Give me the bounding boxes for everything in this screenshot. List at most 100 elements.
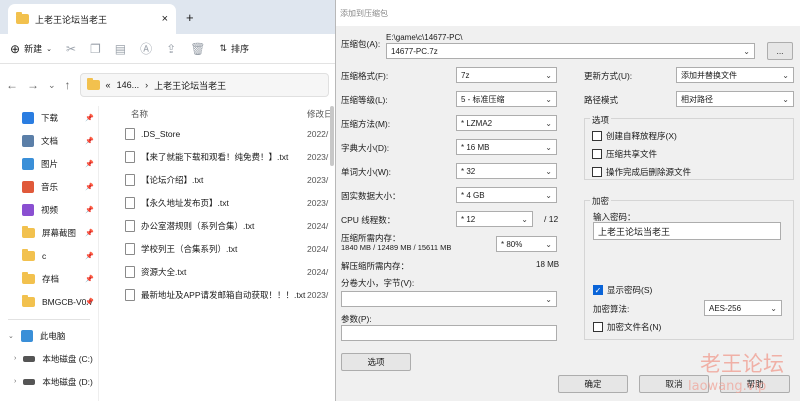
params-input[interactable] [341,325,557,341]
threads-select[interactable]: * 12 ⌄ [456,211,533,227]
scrollbar[interactable] [330,106,334,166]
sidebar-item-drive-c[interactable]: › 本地磁盘 (C:) [0,347,98,370]
file-row[interactable]: 【来了就能下载和观看！纯免费！】.txt 2023/ [99,145,335,168]
sidebar-item[interactable]: 下载 📌 [0,106,98,129]
memory-usage-select[interactable]: * 80% ⌄ [496,236,557,252]
word-label: 单词大小(W): [341,167,392,177]
column-header-date[interactable]: 修改日 [307,108,333,120]
cut-icon[interactable]: ✂ [66,42,76,56]
file-row[interactable]: 【论坛介绍】.txt 2023/ [99,168,335,191]
file-date: 2024/ [307,243,329,254]
file-row[interactable]: 资源大全.txt 2024/ [99,260,335,283]
file-name: 【论坛介绍】.txt [141,174,204,185]
rename-icon[interactable]: Ⓐ [140,40,152,57]
forward-icon[interactable]: → [27,78,39,92]
browse-button[interactable]: ... [767,42,793,60]
back-icon[interactable]: ← [6,78,18,92]
dict-select[interactable]: * 16 MB ⌄ [456,139,557,155]
split-size-combo[interactable]: ⌄ [341,291,557,307]
chevron-down-icon[interactable]: ⌄ [48,80,56,91]
file-date: 2024/ [307,266,329,277]
dialog-title: 添加到压缩包 [336,0,800,26]
sidebar-item[interactable]: 文档 📌 [0,129,98,152]
sidebar-item-label: 文档 [41,135,59,146]
file-row[interactable]: 最新地址及APP请发邮箱自动获取！！！.txt 2023/ [99,283,335,306]
sidebar-item[interactable]: 存档 📌 [0,267,98,290]
sidebar-item[interactable]: c 📌 [0,244,98,267]
format-label: 压缩格式(F): [341,71,389,81]
new-tab-icon[interactable]: + [186,10,194,25]
pin-icon[interactable]: 📌 [85,206,94,214]
file-row[interactable]: .DS_Store 2022/ [99,122,335,145]
pin-icon[interactable]: 📌 [85,229,94,237]
chevron-right-icon: › [14,378,17,385]
chevron-down-icon: ⌄ [545,294,552,304]
decompress-memory-value: 18 MB [536,260,560,269]
pin-icon[interactable]: 📌 [85,137,94,145]
sidebar-item-this-pc[interactable]: ⌄ 此电脑 [0,324,98,347]
new-button[interactable]: ⊕ 新建 ⌄ [10,42,52,56]
solid-select[interactable]: * 4 GB ⌄ [456,187,557,203]
breadcrumb-separator: › [145,80,149,90]
sidebar-item[interactable]: BMGCB-V0.7 📌 [0,290,98,313]
method-select[interactable]: * LZMA2 ⌄ [456,115,557,131]
address-bar[interactable]: « 146... › 上老王论坛当老王 [79,73,329,97]
breadcrumb-overflow[interactable]: « [106,80,111,90]
sidebar-item[interactable]: 图片 📌 [0,152,98,175]
share-icon[interactable]: ⇪ [166,42,176,56]
breadcrumb-root[interactable]: 146... [117,80,140,90]
sidebar-item[interactable]: 屏幕截图 📌 [0,221,98,244]
show-password-checkbox[interactable]: ✓ 显示密码(S) [593,284,652,296]
pin-icon[interactable]: 📌 [85,275,94,283]
copy-icon[interactable]: ❐ [90,42,101,56]
checkbox-label: 压缩共享文件 [606,149,658,159]
chevron-down-icon: ⌄ [545,142,552,152]
up-icon[interactable]: ↑ [65,78,71,92]
pin-icon[interactable]: 📌 [85,114,94,122]
pin-icon[interactable]: 📌 [85,252,94,260]
archive-path-combo[interactable]: 14677-PC.7z ⌄ [386,43,755,59]
file-row[interactable]: 学校列王（合集系列）.txt 2024/ [99,237,335,260]
pin-icon[interactable]: 📌 [85,183,94,191]
encrypt-filenames-checkbox[interactable]: 加密文件名(N) [593,321,661,333]
file-list: 名称 修改日 .DS_Store 2022/ 【来了就能下载和观看！纯免费！】.tx… [98,106,335,401]
format-value: 7z [461,70,470,80]
column-header-name[interactable]: 名称 [131,108,148,120]
level-select[interactable]: 5 - 标准压缩 ⌄ [456,91,557,107]
create-sfx-checkbox[interactable]: 创建自释放程序(X) [592,130,677,142]
sort-button[interactable]: ⇅ 排序 [219,42,249,55]
threads-label: CPU 线程数： [341,215,396,225]
memory-usage-value: * 80% [501,239,523,249]
update-mode-select[interactable]: 添加并替换文件 ⌄ [676,67,794,83]
folder-icon [22,225,35,238]
word-select[interactable]: * 32 ⌄ [456,163,557,179]
compress-shared-checkbox[interactable]: 压缩共享文件 [592,148,657,160]
dict-value: * 16 MB [461,142,490,152]
sidebar-item-label: 本地磁盘 (C:) [42,353,93,364]
tab-close-icon[interactable]: × [162,13,168,25]
tab-current-folder[interactable]: 上老王论坛当老王 × [8,4,176,34]
delete-after-checkbox[interactable]: 操作完成后删除源文件 [592,166,691,178]
options-button[interactable]: 选项 [341,353,411,371]
pin-icon[interactable]: 📌 [85,298,94,306]
paste-icon[interactable]: ▤ [115,42,126,56]
file-row[interactable]: 办公室潜规则（系列合集）.txt 2024/ [99,214,335,237]
file-row[interactable]: 【永久地址发布页】.txt 2023/ [99,191,335,214]
sidebar-item-drive-d[interactable]: › 本地磁盘 (D:) [0,370,98,393]
sidebar-item[interactable]: 音乐 📌 [0,175,98,198]
path-mode-label: 路径模式 [584,95,619,105]
encryption-method-select[interactable]: AES-256 ⌄ [704,300,782,316]
path-mode-select[interactable]: 相对路径 ⌄ [676,91,794,107]
checkbox-label: 加密文件名(N) [607,322,662,332]
delete-icon[interactable]: 🗑 [190,42,205,56]
pin-icon[interactable]: 📌 [85,160,94,168]
format-select[interactable]: 7z ⌄ [456,67,557,83]
password-input[interactable]: 上老王论坛当老王 [593,222,781,240]
ok-button[interactable]: 确定 [558,375,628,393]
chevron-down-icon: ⌄ [545,166,552,176]
update-label: 更新方式(U): [584,71,633,81]
breadcrumb-current[interactable]: 上老王论坛当老王 [154,79,226,92]
sidebar-item[interactable]: 视频 📌 [0,198,98,221]
archive-file-value: 14677-PC.7z [391,46,438,56]
text-file-icon [125,242,135,255]
